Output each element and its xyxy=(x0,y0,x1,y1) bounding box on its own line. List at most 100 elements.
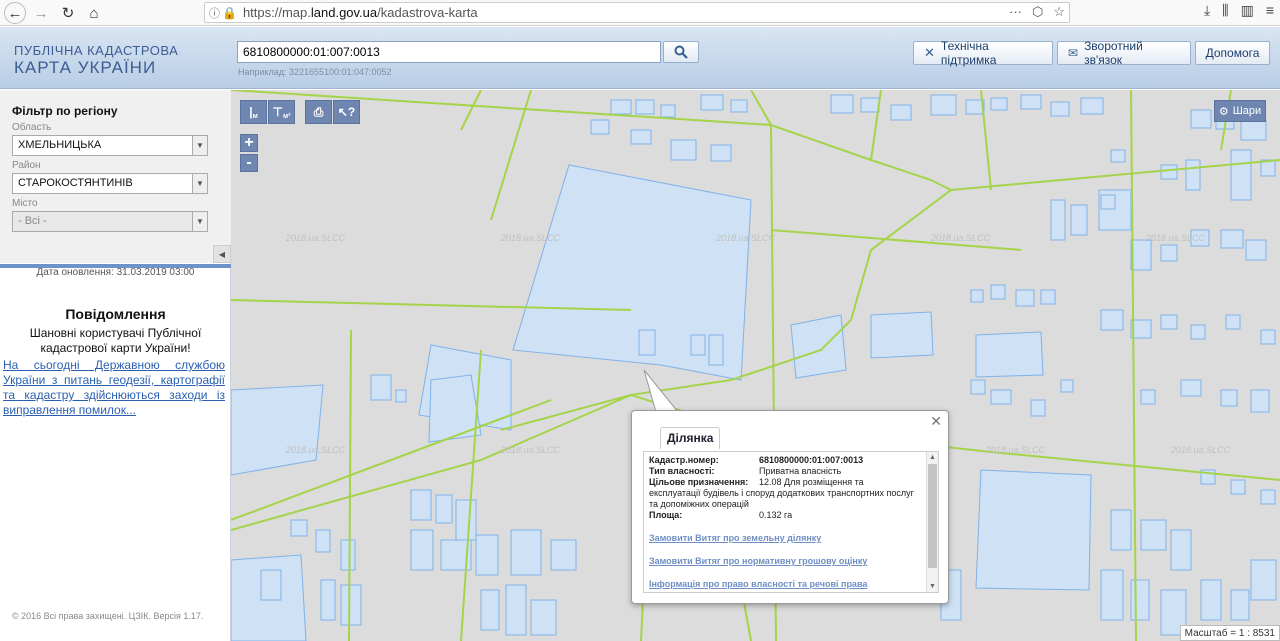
pocket-icon[interactable]: ⬡ xyxy=(1032,4,1043,20)
print-button[interactable]: ⎙ xyxy=(305,100,332,124)
search-button[interactable] xyxy=(663,41,699,63)
bookmark-star-icon[interactable]: ☆ xyxy=(1053,4,1065,20)
app-header: ПУБЛІЧНА КАДАСТРОВА КАРТА УКРАЇНИ Наприк… xyxy=(0,27,1280,89)
tab-parcel[interactable]: Ділянка xyxy=(660,427,721,449)
identify-button[interactable]: ↖? xyxy=(333,100,360,124)
download-icon[interactable]: ⤓ xyxy=(1204,2,1210,19)
row-ownership-type: Тип власності: Приватна власність xyxy=(649,466,933,477)
scroll-thumb[interactable] xyxy=(928,464,937,568)
logo-line-1: ПУБЛІЧНА КАДАСТРОВА xyxy=(14,43,179,58)
zoom-in-button[interactable]: + xyxy=(240,134,258,152)
layers-button[interactable]: ⚙ Шари xyxy=(1214,100,1266,122)
notice-greeting: Шановні користувачі Публічної кадастрово… xyxy=(29,326,202,355)
oblast-label: Область xyxy=(12,122,52,133)
help-button[interactable]: Допомога xyxy=(1195,41,1270,65)
oblast-select[interactable]: ХМЕЛЬНИЦЬКА ▼ xyxy=(12,135,208,156)
close-icon[interactable]: ✕ xyxy=(930,413,942,430)
boundary xyxy=(460,90,482,131)
home-icon[interactable]: ⌂ xyxy=(83,2,105,24)
help-label: Допомога xyxy=(1205,46,1260,60)
city-value: - Всі - xyxy=(18,215,47,227)
order-valuation-extract-link[interactable]: Замовити Витяг про нормативну грошову оц… xyxy=(649,556,933,567)
order-land-extract-link[interactable]: Замовити Витяг про земельну ділянку xyxy=(649,533,933,544)
back-icon[interactable]: ← xyxy=(4,2,26,24)
parcel xyxy=(975,331,1044,378)
popup-body: Кадастр.номер: 6810800000:01:007:0013 Ти… xyxy=(643,451,939,593)
printer-icon: ⎙ xyxy=(313,104,324,119)
boundary xyxy=(980,90,992,191)
boundary xyxy=(770,124,952,191)
chevron-down-icon: ▼ xyxy=(192,174,207,193)
map-watermark: 2018.ua.SLCC xyxy=(286,445,346,455)
measure-area-button[interactable]: ⊤ м² xyxy=(268,100,295,124)
chevron-down-icon: ▼ xyxy=(192,212,207,231)
filter-title: Фільтр по регіону xyxy=(12,104,118,118)
purpose-label: Цільове призначення: xyxy=(649,477,749,487)
parcel xyxy=(790,314,847,379)
copyright: © 2016 Всі права захищені. ЦЗІК. Версія … xyxy=(12,611,204,621)
reload-icon[interactable]: ↻ xyxy=(57,2,79,24)
search-hint: Наприклад: 3221655100:01:047:0052 xyxy=(238,67,392,77)
measure-tools: | м ⊤ м² xyxy=(240,100,295,124)
more-icon[interactable]: ··· xyxy=(1009,4,1022,20)
sidebar-toggle-icon[interactable]: ▥ xyxy=(1241,2,1254,19)
row-purpose: Цільове призначення: 12.08 Для розміщенн… xyxy=(649,477,933,488)
rayon-label: Район xyxy=(12,160,41,171)
address-bar[interactable]: ⓘ 🔒 https://map.land.gov.ua/kadastrova-k… xyxy=(204,2,1070,23)
notice-link[interactable]: На сьогодні Державною службою України з … xyxy=(3,358,225,418)
purpose-value: 12.08 Для розміщення та xyxy=(759,477,864,487)
parcel-info-popup: ✕ Ділянка Кадастр.номер: 6810800000:01:0… xyxy=(631,410,949,604)
map-watermark: 2018.ua.SLCC xyxy=(501,233,561,243)
boundary xyxy=(490,90,532,221)
rayon-select[interactable]: СТАРОКОСТЯНТИНІВ ▼ xyxy=(12,173,208,194)
ownership-type-label: Тип власності: xyxy=(649,466,715,476)
url-text: https://map.land.gov.ua/kadastrova-karta xyxy=(243,5,478,20)
notice-title: Повідомлення xyxy=(65,306,166,322)
cadastral-number-label: Кадастр.номер: xyxy=(649,455,719,465)
cadastral-search-input[interactable] xyxy=(237,41,661,63)
area-label: Площа: xyxy=(649,510,683,520)
map-watermark: 2018.ua.SLCC xyxy=(986,445,1046,455)
row-area: Площа: 0.132 га xyxy=(649,510,933,521)
map-watermark: 2018.ua.SLCC xyxy=(501,445,561,455)
support-button[interactable]: ✕ Технічна підтримка xyxy=(913,39,1053,67)
parcel xyxy=(870,311,934,359)
ownership-type-value: Приватна власність xyxy=(759,466,842,476)
measure-distance-button[interactable]: | м xyxy=(240,100,267,124)
url-domain: land.gov.ua xyxy=(310,5,378,20)
purpose-value-continued: експлуатації будівель і споруд додаткови… xyxy=(649,488,914,509)
info-icon[interactable]: ⓘ xyxy=(209,5,220,21)
ownership-info-link[interactable]: Інформація про право власності та речові… xyxy=(649,579,933,590)
menu-icon[interactable]: ≡ xyxy=(1266,2,1274,19)
map-canvas[interactable]: 2018.ua.SLCC 2018.ua.SLCC 2018.ua.SLCC 2… xyxy=(231,90,1280,641)
minus-icon: - xyxy=(246,154,252,171)
measure-area-unit: м² xyxy=(282,112,291,120)
popup-scrollbar[interactable]: ▲ ▼ xyxy=(926,452,938,592)
feedback-button[interactable]: ✉ Зворотний зв'язок xyxy=(1057,39,1191,67)
oblast-value: ХМЕЛЬНИЦЬКА xyxy=(18,139,102,151)
chevron-down-icon: ▼ xyxy=(192,136,207,155)
gear-icon: ⚙ xyxy=(1218,105,1229,118)
logo-line-2: КАРТА УКРАЇНИ xyxy=(14,58,157,77)
support-label: Технічна підтримка xyxy=(940,39,997,67)
url-path: /kadastrova-karta xyxy=(377,5,478,20)
forward-icon[interactable]: → xyxy=(30,2,52,24)
area-value: 0.132 га xyxy=(759,510,793,520)
search-icon xyxy=(674,45,688,59)
city-select[interactable]: - Всі - ▼ xyxy=(12,211,208,232)
map-watermark: 2018.ua.SLCC xyxy=(1146,233,1206,243)
map-watermark: 2018.ua.SLCC xyxy=(931,233,991,243)
cursor-help-icon: ↖? xyxy=(337,105,356,119)
area-icon: ⊤ xyxy=(272,105,283,119)
scroll-down-icon[interactable]: ▼ xyxy=(927,581,938,592)
collapse-sidebar-button[interactable]: ◀ xyxy=(213,245,231,263)
region-filter-panel: Фільтр по регіону Область ХМЕЛЬНИЦЬКА ▼ … xyxy=(0,90,231,263)
logo[interactable]: ПУБЛІЧНА КАДАСТРОВА КАРТА УКРАЇНИ xyxy=(14,44,178,76)
parcel xyxy=(231,384,324,476)
scale-label: Масштаб = 1 : 8531 xyxy=(1179,625,1280,641)
scroll-up-icon[interactable]: ▲ xyxy=(927,452,938,463)
tools-icon: ✕ xyxy=(924,45,935,60)
row-cadastral-number: Кадастр.номер: 6810800000:01:007:0013 xyxy=(649,455,933,466)
library-icon[interactable]: ⫼ xyxy=(1222,2,1228,19)
zoom-out-button[interactable]: - xyxy=(240,154,258,172)
